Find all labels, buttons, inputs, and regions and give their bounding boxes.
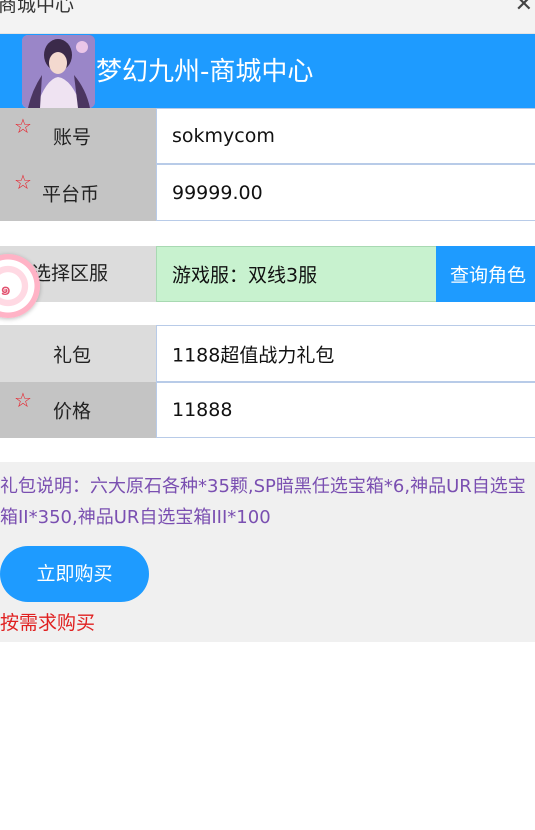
price-field[interactable]: 11888 bbox=[156, 382, 535, 438]
page-title: 梦幻九州-商城中心 bbox=[96, 57, 314, 87]
account-row: ☆ 账号 sokmycom bbox=[0, 108, 535, 164]
price-value: 11888 bbox=[172, 399, 233, 421]
gift-label: 礼包 bbox=[53, 344, 92, 366]
price-label-cell: ☆ 价格 bbox=[0, 382, 156, 438]
gift-field[interactable]: 1188超值战力礼包 bbox=[156, 325, 535, 382]
required-star-icon: ☆ bbox=[14, 388, 32, 412]
server-row: 选择区服 游戏服：双线3服 查询角色 bbox=[0, 246, 535, 302]
header-banner: 梦幻九州-商城中心 bbox=[0, 34, 535, 108]
game-avatar-icon bbox=[22, 35, 95, 108]
close-icon[interactable]: ✕ bbox=[515, 0, 533, 16]
server-select[interactable]: 游戏服：双线3服 bbox=[156, 246, 436, 302]
server-value: 游戏服：双线3服 bbox=[172, 264, 318, 287]
gift-info-panel: 礼包说明：六大原石各种*35颗,SP暗黑任选宝箱*6,神品UR自选宝箱II*35… bbox=[0, 462, 535, 642]
purchase-note: 按需求购买 bbox=[0, 612, 96, 634]
buy-now-button[interactable]: 立即购买 bbox=[0, 546, 149, 602]
query-role-label: 查询角色 bbox=[450, 264, 527, 287]
mall-page: 商城中心 ✕ 梦幻九州-商城中心 ☆ 账号 sokmycom ☆ 平台币 999… bbox=[0, 0, 535, 830]
gift-label-cell: 礼包 bbox=[0, 325, 156, 382]
price-row: ☆ 价格 11888 bbox=[0, 382, 535, 438]
coin-label: 平台币 bbox=[42, 183, 100, 205]
account-label: 账号 bbox=[53, 126, 92, 149]
gift-value: 1188超值战力礼包 bbox=[172, 344, 335, 366]
required-star-icon: ☆ bbox=[14, 170, 32, 194]
price-label: 价格 bbox=[53, 400, 92, 423]
coin-label-cell: ☆ 平台币 bbox=[0, 164, 156, 221]
account-value: sokmycom bbox=[172, 125, 275, 147]
coin-row: ☆ 平台币 99999.00 bbox=[0, 164, 535, 221]
gift-row: 礼包 1188超值战力礼包 bbox=[0, 325, 535, 382]
title-bar: 商城中心 ✕ bbox=[0, 0, 535, 34]
gift-description: 礼包说明：六大原石各种*35颗,SP暗黑任选宝箱*6,神品UR自选宝箱II*35… bbox=[0, 476, 526, 528]
window-title: 商城中心 bbox=[0, 0, 75, 16]
server-label: 选择区服 bbox=[32, 262, 109, 285]
coin-field[interactable]: 99999.00 bbox=[156, 164, 535, 221]
swirl-icon: ๑ bbox=[0, 279, 12, 300]
account-label-cell: ☆ 账号 bbox=[0, 108, 156, 164]
coin-value: 99999.00 bbox=[172, 181, 263, 204]
required-star-icon: ☆ bbox=[14, 114, 32, 138]
account-field[interactable]: sokmycom bbox=[156, 108, 535, 164]
query-role-button[interactable]: 查询角色 bbox=[436, 246, 535, 302]
